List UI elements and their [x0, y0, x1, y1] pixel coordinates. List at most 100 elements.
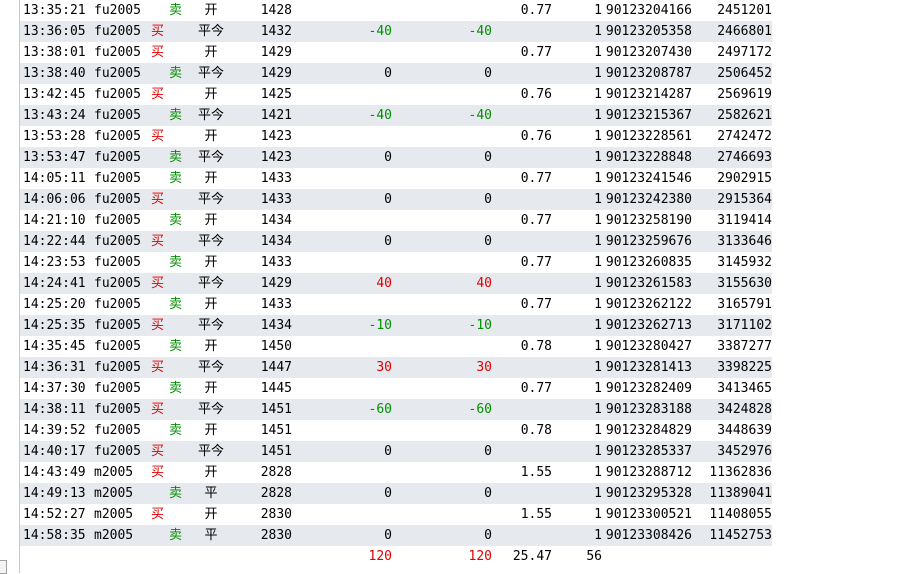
float-profit: 0: [484, 444, 492, 459]
hedge-flag: 1: [594, 507, 602, 522]
table-row[interactable]: 13:53:47 fu2005 卖平今 1423 0 0 1 90123228848 27466…: [20, 147, 772, 168]
direction: 卖: [169, 528, 183, 543]
order-number: 90123205358: [605, 24, 692, 39]
table-row[interactable]: 14:25:35 fu2005 买 平今 1434 -10 -10 1 90123262713 3…: [20, 315, 772, 336]
trade-price: 1429: [260, 66, 292, 81]
contract-code: fu2005: [94, 318, 141, 333]
hedge-flag: 1: [594, 423, 602, 438]
direction: 买: [151, 45, 165, 60]
trade-price: 2828: [260, 465, 292, 480]
trade-time: 13:53:47: [23, 150, 86, 165]
trade-price: 2830: [260, 528, 292, 543]
commission: 0.78: [520, 423, 552, 438]
order-number: 90123300521: [605, 507, 692, 522]
deal-number: 3133646: [717, 234, 772, 249]
table-row[interactable]: 14:21:10 fu2005 卖 开 1434 0.77 1 90123258190 3119…: [20, 210, 772, 231]
table-row[interactable]: 14:35:45 fu2005 卖 开 1450 0.78 1 90123280427 3387…: [20, 336, 772, 357]
trade-time: 14:22:44: [23, 234, 86, 249]
commission: 1.55: [520, 507, 552, 522]
table-row[interactable]: 13:42:45 fu2005 买 开 1425 0.76 1 90123214287 2569…: [20, 84, 772, 105]
close-profit: 0: [384, 150, 392, 165]
table-row[interactable]: 14:39:52 fu2005 卖 开 1451 0.78 1 90123284829 3448…: [20, 420, 772, 441]
trade-price: 1451: [260, 444, 292, 459]
float-profit: 30: [476, 360, 492, 375]
order-number: 90123283188: [605, 402, 692, 417]
commission: [492, 273, 552, 294]
table-row[interactable]: 13:53:28 fu2005 买 开 1423 0.76 1 90123228561 2742…: [20, 126, 772, 147]
deal-number: 3387277: [717, 339, 772, 354]
commission: [492, 441, 552, 462]
open-close: 开: [204, 465, 218, 480]
order-number: 90123258190: [605, 213, 692, 228]
table-row[interactable]: 14:23:53 fu2005 卖 开 1433 0.77 1 90123260835 3145…: [20, 252, 772, 273]
deal-number: 2497172: [717, 45, 772, 60]
float-profit: [432, 294, 492, 315]
contract-code: m2005: [94, 528, 134, 543]
open-close: 开: [204, 171, 218, 186]
trade-price: 1429: [260, 276, 292, 291]
deal-number: 3452976: [717, 444, 772, 459]
table-row[interactable]: 14:06:06 fu2005 买 平今 1433 0 0 1 90123242380 29153…: [20, 189, 772, 210]
table-row[interactable]: 13:43:24 fu2005 卖平今 1421 -40 -40 1 90123215367 2…: [20, 105, 772, 126]
trade-time: 13:42:45: [23, 87, 86, 102]
commission: 0.77: [520, 255, 552, 270]
close-profit: [332, 42, 392, 63]
table-row[interactable]: 13:36:05 fu2005 买 平今 1432 -40 -40 1 90123205358 2…: [20, 21, 772, 42]
contract-code: fu2005: [94, 66, 141, 81]
hedge-flag: 1: [594, 129, 602, 144]
float-profit: 0: [484, 234, 492, 249]
hedge-flag: 1: [594, 171, 602, 186]
open-close: 平今: [197, 360, 224, 375]
table-row[interactable]: 14:25:20 fu2005 卖 开 1433 0.77 1 90123262122 3165…: [20, 294, 772, 315]
float-profit: [432, 420, 492, 441]
order-number: 90123261583: [605, 276, 692, 291]
deal-number: 2451201: [717, 3, 772, 18]
total-commission: 25.47: [512, 549, 552, 564]
order-number: 90123308426: [605, 528, 692, 543]
table-row[interactable]: 14:43:49 m2005 买 开 2828 1.55 1 90123288712 11362…: [20, 462, 772, 483]
table-row[interactable]: 14:58:35 m2005 卖 平 2830 0 0 1 90123308426 1145275…: [20, 525, 772, 546]
trade-time: 14:40:17: [23, 444, 86, 459]
total-close-profit: 120: [368, 549, 392, 564]
table-row[interactable]: 14:22:44 fu2005 买 平今 1434 0 0 1 90123259676 31336…: [20, 231, 772, 252]
trade-time: 13:35:21: [23, 3, 86, 18]
trade-price: 2830: [260, 507, 292, 522]
commission: [492, 147, 552, 168]
table-row[interactable]: 14:05:11 fu2005 卖 开 1433 0.77 1 90123241546 2902…: [20, 168, 772, 189]
float-profit: 0: [484, 192, 492, 207]
table-row[interactable]: 14:38:11 fu2005 买 平今 1451 -60 -60 1 90123283188 3…: [20, 399, 772, 420]
close-profit: 0: [384, 486, 392, 501]
table-row[interactable]: 14:52:27 m2005 买 开 2830 1.55 1 90123300521 11408…: [20, 504, 772, 525]
table-row[interactable]: 13:38:40 fu2005 卖平今 1429 0 0 1 90123208787 25064…: [20, 63, 772, 84]
contract-code: fu2005: [94, 423, 141, 438]
table-row[interactable]: 14:36:31 fu2005 买 平今 1447 30 30 1 90123281413 339…: [20, 357, 772, 378]
table-row[interactable]: 14:24:41 fu2005 买 平今 1429 40 40 1 90123261583 315…: [20, 273, 772, 294]
contract-code: fu2005: [94, 108, 141, 123]
commission: [492, 483, 552, 504]
trade-time: 14:36:31: [23, 360, 86, 375]
scrollbar-stub[interactable]: [0, 560, 7, 574]
open-close: 平今: [197, 402, 224, 417]
trade-time: 13:36:05: [23, 24, 86, 39]
hedge-flag: 1: [594, 87, 602, 102]
table-row[interactable]: 14:49:13 m2005 卖 平 2828 0 0 1 90123295328 1138904…: [20, 483, 772, 504]
hedge-flag: 1: [594, 213, 602, 228]
open-close: 平今: [197, 24, 224, 39]
order-number: 90123208787: [605, 66, 692, 81]
direction: 买: [151, 24, 165, 39]
contract-code: fu2005: [94, 234, 141, 249]
trade-time: 14:43:49: [23, 465, 86, 480]
table-row[interactable]: 14:40:17 fu2005 买 平今 1451 0 0 1 90123285337 34529…: [20, 441, 772, 462]
table-row[interactable]: 14:37:30 fu2005 卖 开 1445 0.77 1 90123282409 3413…: [20, 378, 772, 399]
trade-time: 14:21:10: [23, 213, 86, 228]
table-row[interactable]: 13:35:21 fu2005 卖 开 1428 0.77 1 90123204166 2451…: [20, 0, 772, 21]
trade-records-table[interactable]: 13:35:21 fu2005 卖开 1428 0.77 1 90123204166 2451…: [20, 0, 910, 567]
trade-time: 14:38:11: [23, 402, 86, 417]
deal-number: 3119414: [717, 213, 772, 228]
deal-number: 2742472: [717, 129, 772, 144]
contract-code: fu2005: [94, 402, 141, 417]
trade-price: 1445: [260, 381, 292, 396]
open-close: 开: [204, 255, 218, 270]
direction: 买: [151, 360, 165, 375]
table-row[interactable]: 13:38:01 fu2005 买 开 1429 0.77 1 90123207430 2497…: [20, 42, 772, 63]
